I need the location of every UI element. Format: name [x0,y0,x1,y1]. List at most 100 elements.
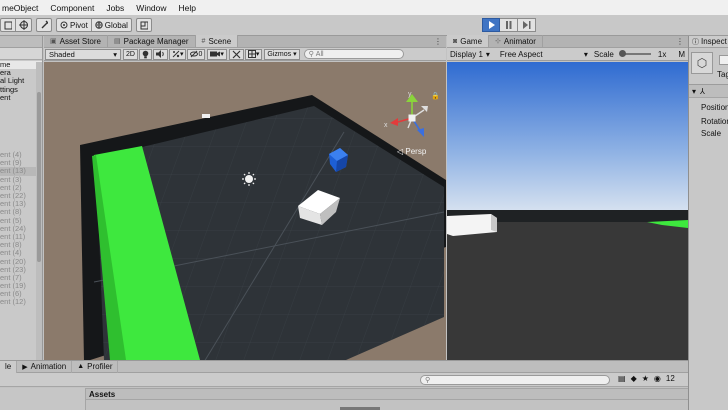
mode-2d-label: 2D [126,50,135,58]
search-icon: ⚲ [308,51,314,58]
hierarchy-search[interactable] [0,48,42,60]
game-panel: ◙ Game ⊹ Animator ⋮ Display 1 ▾ Free Asp… [447,35,688,360]
global-label: Global [104,20,128,30]
menu-jobs[interactable]: Jobs [100,3,130,13]
maximize-toggle[interactable]: M [675,50,688,59]
chevron-down-icon: ▾ [293,51,297,58]
shading-mode-dropdown[interactable]: Shaded ▾ [45,48,121,60]
pause-icon [506,21,512,29]
gizmos-dropdown[interactable]: Gizmos ▾ [264,48,300,60]
menu-gameobject[interactable]: meObject [0,3,44,13]
game-icon: ◙ [453,37,458,45]
tab-package-manager[interactable]: ▤ Package Manager [108,35,196,47]
camera-settings-button[interactable]: ▾ [207,48,227,60]
tab-animation[interactable]: ▶ Animation [17,360,73,373]
chevron-down-icon: ▾ [179,51,184,58]
scene-viewport[interactable]: y x 🔒 ◁ Persp [44,62,446,360]
tab-scene[interactable]: # Scene [195,35,239,47]
tab-package-manager-label: Package Manager [123,36,189,46]
pause-button[interactable] [500,18,518,32]
tools-icon [232,50,241,58]
tab-asset-store[interactable]: ▣ Asset Store [44,35,108,47]
scale-control[interactable]: Scale 1x [591,50,669,59]
step-button[interactable] [518,18,536,32]
play-controls [482,18,536,32]
camera-gizmo-icon [202,114,210,118]
game-tabs: ◙ Game ⊹ Animator ⋮ [447,35,688,48]
chevron-down-icon: ▾ [220,51,224,58]
menu-help[interactable]: Help [173,3,202,13]
hierarchy-tab[interactable] [0,36,42,48]
search-icon: ⚲ [425,377,431,384]
scene-search-input[interactable]: ⚲ All [303,49,404,59]
gizmo-x-label: x [384,122,388,129]
filter-label-icon[interactable]: ◆ [631,374,637,383]
filter-type-icon[interactable]: ▤ [618,374,626,383]
rect-tool-icon [4,21,12,29]
grid-snap-icon [140,21,148,29]
mode-2d-button[interactable]: 2D [123,48,138,60]
transform-tool-button[interactable] [16,18,32,32]
position-label: Position [701,103,728,112]
snap-button[interactable] [135,18,152,32]
tools-button[interactable] [228,48,244,60]
hidden-objects-toggle[interactable]: 0 [187,48,206,60]
gameobject-icon: ⬡ [691,52,713,74]
scene-toolbar: Shaded ▾ 2D ▾ 0 ▾ ▾ Gizmos ▾ ⚲ All [44,48,446,61]
rotation-label: Rotation [701,117,728,126]
scene-search-placeholder: All [315,50,324,58]
aspect-dropdown[interactable]: Free Aspect ▾ [497,50,591,59]
tab-animator[interactable]: ⊹ Animator [489,35,543,47]
tab-profiler[interactable]: ▲ Profiler [72,360,119,373]
package-icon: ▤ [113,38,121,45]
pivot-label: Pivot [70,20,88,30]
pivot-button[interactable]: Pivot [56,18,92,32]
bottom-tabs: le ▶ Animation ▲ Profiler [0,360,688,373]
display-dropdown[interactable]: Display 1 ▾ [447,50,493,59]
chevron-down-icon: ▾ [113,49,117,59]
eye-icon[interactable]: ◉ [654,374,661,383]
pivot-global-group: Pivot Global [56,18,132,32]
camera-icon [210,51,221,57]
favorite-icon[interactable]: ★ [642,374,649,383]
project-search-input[interactable]: ⚲ [420,375,610,385]
persp-arrow-icon: ◁ [397,147,404,156]
tab-game[interactable]: ◙ Game [447,35,490,47]
scale-slider[interactable] [618,50,651,57]
rect-tool-button[interactable] [0,18,16,32]
menu-window[interactable]: Window [130,3,172,13]
transform-header[interactable]: ▾ ⅄ [689,85,728,98]
scene-icon: # [201,37,206,45]
menu-component[interactable]: Component [44,3,100,13]
kebab-menu-icon[interactable]: ⋮ [434,37,442,46]
info-icon: ⓘ [692,38,699,46]
kebab-menu-icon[interactable]: ⋮ [676,37,684,46]
tab-inspector-label: Inspect [701,37,727,46]
component-tools-dropdown[interactable]: ▾ [244,48,263,60]
audio-toggle[interactable] [152,48,168,60]
tab-console-label: le [5,362,12,371]
project-folder-tree[interactable] [0,388,86,410]
lighting-toggle[interactable] [138,48,152,60]
transform-tools [0,18,32,32]
effects-dropdown[interactable]: ▾ [168,48,187,60]
gizmos-label: Gizmos [267,50,292,58]
lock-icon[interactable]: 🔒 [431,92,440,100]
assets-breadcrumb[interactable]: Assets [86,388,688,400]
active-checkbox[interactable] [719,55,728,65]
eye-off-icon [190,50,199,58]
hierarchy-scroll-thumb[interactable] [37,92,41,262]
hierarchy-scrollbar[interactable] [36,62,42,360]
shading-mode-label: Shaded [49,49,75,59]
global-button[interactable]: Global [91,18,132,32]
speaker-icon [155,50,164,58]
item-count: 12 [665,374,675,383]
tab-inspector[interactable]: ⓘ Inspect [689,36,728,48]
game-viewport[interactable] [447,62,688,360]
play-button[interactable] [482,18,500,32]
tab-console[interactable]: le [0,360,18,373]
persp-toggle[interactable]: ◁ Persp [397,147,426,156]
pivot-icon [60,21,68,29]
game-render [447,62,688,360]
custom-tool-button[interactable] [36,18,52,32]
